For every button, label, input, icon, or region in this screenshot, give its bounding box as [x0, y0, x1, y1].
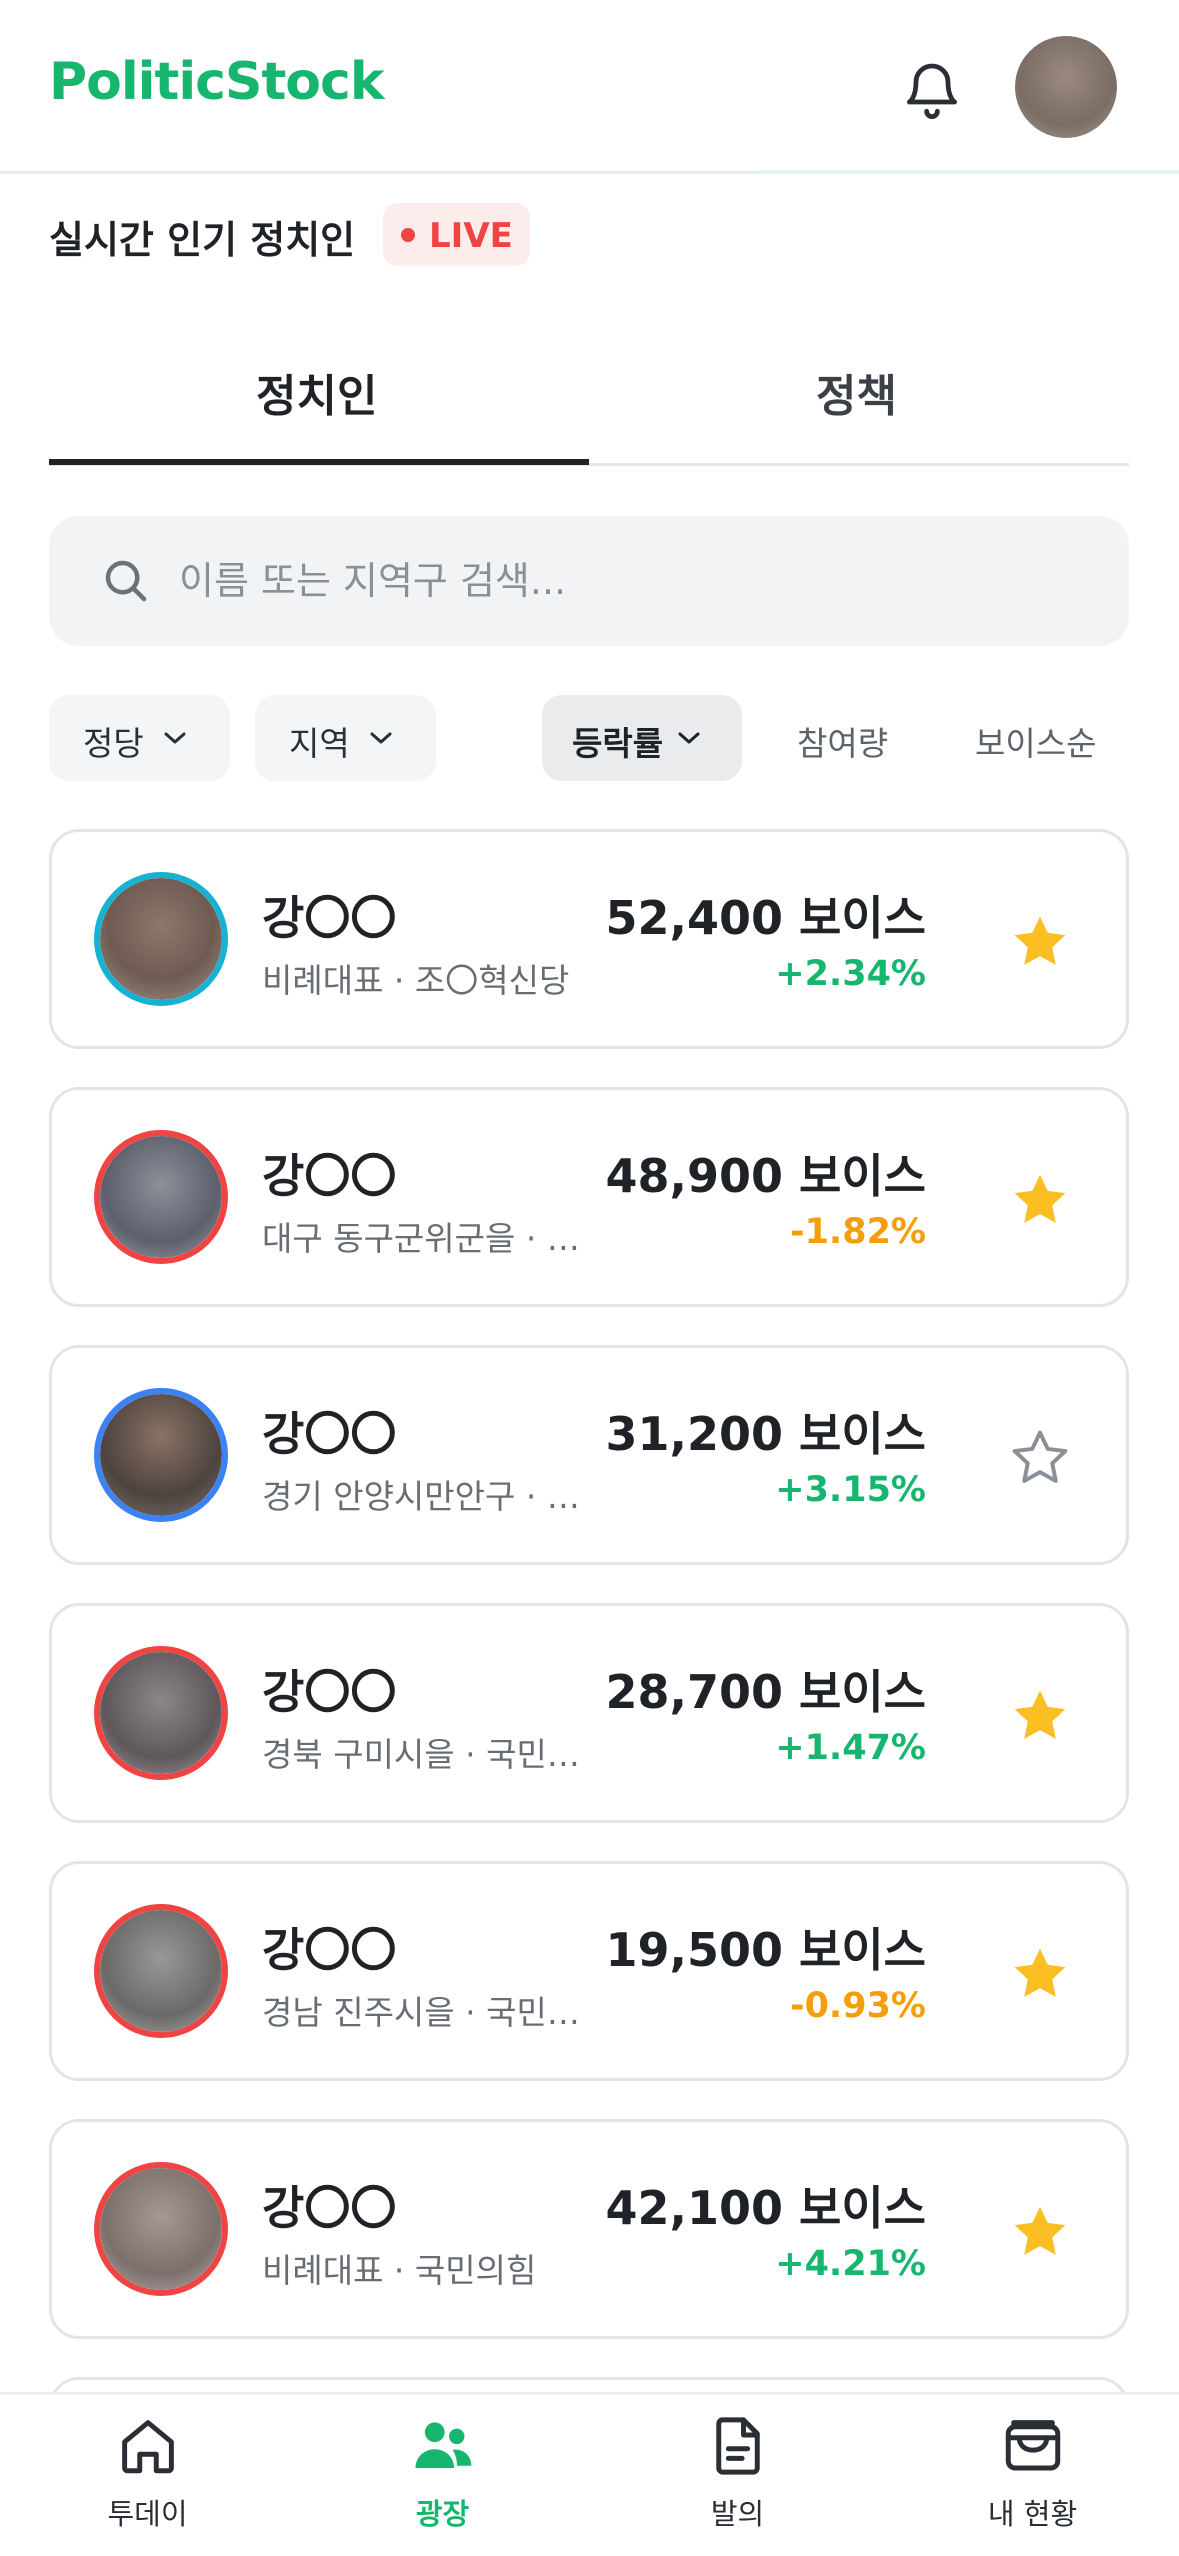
voice-count: 28,700 보이스	[605, 1665, 926, 1719]
politician-district: 대구 동구군위군을 · 국민의힘	[262, 1219, 592, 1258]
change-rate: -1.82%	[790, 1212, 926, 1252]
politician-avatar	[94, 1646, 228, 1780]
politician-avatar	[94, 1388, 228, 1522]
chevron-down-icon	[370, 732, 392, 744]
document-icon	[716, 2417, 760, 2475]
change-rate: +3.15%	[775, 1470, 926, 1510]
star-filled-icon[interactable]	[1008, 1684, 1072, 1748]
star-filled-icon[interactable]	[1008, 910, 1072, 974]
politician-district: 경기 안양시만안구 · 더불어민주당	[262, 1477, 592, 1516]
politician-district: 비례대표 · 국민의힘	[262, 2251, 537, 2290]
party-filter-dropdown[interactable]: 정당	[49, 695, 230, 781]
nav-plaza[interactable]: 광장	[295, 2395, 590, 2556]
user-avatar[interactable]	[1015, 36, 1117, 138]
search-bar[interactable]	[49, 516, 1129, 646]
star-outline-icon[interactable]	[1008, 1426, 1072, 1490]
star-filled-icon[interactable]	[1008, 1168, 1072, 1232]
nav-proposal-label: 발의	[710, 2497, 765, 2531]
rate-sort-label: 등락률	[572, 724, 664, 763]
live-dot-icon	[401, 228, 415, 242]
politician-avatar	[94, 1904, 228, 2038]
bottom-navigation: 투데이 광장 발의 내 현황	[0, 2392, 1179, 2556]
politician-name: 강〇〇	[262, 1923, 397, 1977]
politician-district: 경남 진주시을 · 국민의힘	[262, 1993, 592, 2032]
voice-sort-button[interactable]: 보이스순	[975, 717, 1096, 765]
people-icon	[415, 2422, 472, 2468]
politician-name: 강〇〇	[262, 891, 397, 945]
change-rate: +2.34%	[775, 954, 926, 994]
politician-name: 강〇〇	[262, 1665, 397, 1719]
bell-icon[interactable]	[900, 58, 964, 122]
politician-card[interactable]: 강〇〇 경기 안양시만안구 · 더불어민주당 31,200 보이스 +3.15%	[49, 1345, 1129, 1565]
voice-count: 42,100 보이스	[605, 2181, 926, 2235]
politician-name: 강〇〇	[262, 1149, 397, 1203]
search-icon	[105, 560, 147, 602]
region-filter-label: 지역	[289, 724, 350, 763]
politician-district: 경북 구미시을 · 국민의힘	[262, 1735, 592, 1774]
tab-policies[interactable]: 정책	[816, 360, 897, 424]
nav-today-label: 투데이	[107, 2497, 188, 2531]
voice-count: 31,200 보이스	[605, 1407, 926, 1461]
nav-my-status[interactable]: 내 현황	[885, 2395, 1179, 2556]
change-rate: +4.21%	[775, 2244, 926, 2284]
politician-name: 강〇〇	[262, 1407, 397, 1461]
politician-card[interactable]: 강〇〇 대구 동구군위군을 · 국민의힘 48,900 보이스 -1.82%	[49, 1087, 1129, 1307]
politician-avatar	[94, 2162, 228, 2296]
search-input[interactable]	[179, 546, 1079, 616]
live-badge-label: LIVE	[429, 216, 513, 256]
participation-sort-button[interactable]: 참여량	[797, 717, 888, 765]
voice-count: 48,900 보이스	[605, 1149, 926, 1203]
voice-count: 52,400 보이스	[605, 891, 926, 945]
chevron-down-icon	[678, 732, 700, 744]
rate-sort-dropdown[interactable]: 등락률	[542, 695, 742, 781]
live-badge: LIVE	[383, 203, 530, 266]
nav-my-status-label: 내 현황	[987, 2497, 1078, 2531]
politician-card[interactable]: 강〇〇 비례대표 · 조〇혁신당 52,400 보이스 +2.34%	[49, 829, 1129, 1049]
change-rate: +1.47%	[775, 1728, 926, 1768]
home-icon	[122, 2420, 174, 2474]
region-filter-dropdown[interactable]: 지역	[255, 695, 436, 781]
politician-card[interactable]: 강〇〇 경북 구미시을 · 국민의힘 28,700 보이스 +1.47%	[49, 1603, 1129, 1823]
nav-today[interactable]: 투데이	[0, 2395, 295, 2556]
active-tab-indicator	[49, 459, 589, 465]
politician-avatar	[94, 872, 228, 1006]
politician-card[interactable]: 강〇〇 비례대표 · 국민의힘 42,100 보이스 +4.21%	[49, 2119, 1129, 2339]
politician-card[interactable]: 강〇〇 경남 진주시을 · 국민의힘 19,500 보이스 -0.93%	[49, 1861, 1129, 2081]
star-filled-icon[interactable]	[1008, 1942, 1072, 2006]
nav-plaza-label: 광장	[415, 2497, 470, 2531]
voice-count: 19,500 보이스	[605, 1923, 926, 1977]
star-filled-icon[interactable]	[1008, 2200, 1072, 2264]
nav-proposal[interactable]: 발의	[590, 2395, 885, 2556]
politician-name: 강〇〇	[262, 2181, 397, 2235]
brand-logo[interactable]: PoliticStock	[49, 52, 384, 112]
live-section-title: 실시간 인기 정치인	[49, 218, 356, 262]
wallet-icon	[1005, 2420, 1061, 2471]
header-accent-line	[760, 170, 1179, 174]
politician-avatar	[94, 1130, 228, 1264]
tab-politicians[interactable]: 정치인	[256, 360, 377, 424]
party-filter-label: 정당	[83, 724, 144, 763]
app-header: PoliticStock	[0, 0, 1179, 174]
chevron-down-icon	[164, 732, 186, 744]
change-rate: -0.93%	[790, 1986, 926, 2026]
politician-district: 비례대표 · 조〇혁신당	[262, 961, 570, 1000]
